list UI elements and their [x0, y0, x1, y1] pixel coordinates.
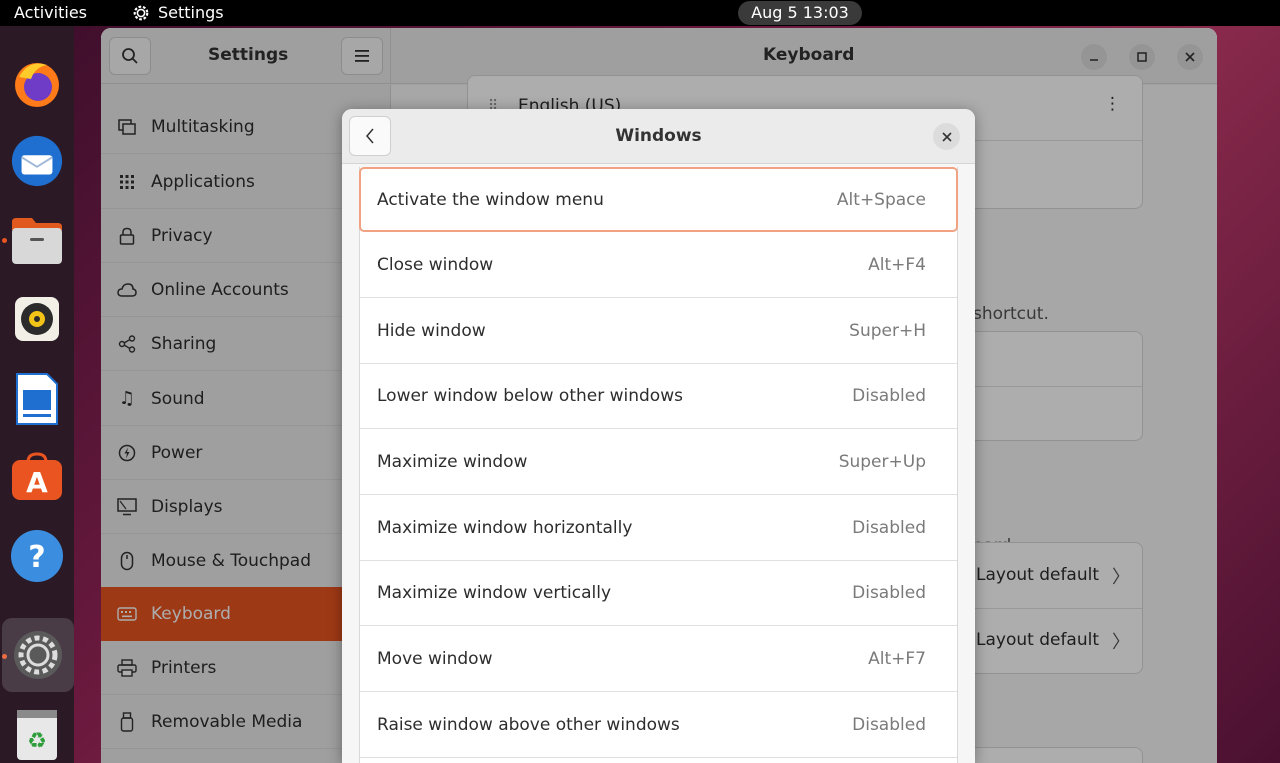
shortcut-accel: Super+H — [849, 321, 926, 341]
firefox-icon[interactable] — [10, 56, 64, 110]
shortcut-row[interactable]: Activate the window menu Alt+Space — [359, 167, 958, 232]
dialog-title: Windows — [615, 126, 702, 146]
shortcut-label: Maximize window vertically — [377, 583, 612, 603]
shortcut-row[interactable]: Maximize window vertically Disabled — [360, 561, 957, 626]
files-icon[interactable] — [10, 214, 64, 268]
shortcut-label: Lower window below other windows — [377, 386, 683, 406]
shortcut-label: Maximize window — [377, 452, 528, 472]
close-icon — [941, 131, 952, 142]
top-bar: Activities Settings Aug 5 13:03 — [0, 0, 1280, 26]
shortcut-accel: Disabled — [852, 386, 926, 406]
shortcut-accel: Disabled — [852, 715, 926, 735]
shortcut-label: Hide window — [377, 321, 486, 341]
shortcut-row[interactable]: Maximize window Super+Up — [360, 430, 957, 495]
settings-icon[interactable] — [2, 618, 74, 692]
shortcut-row[interactable]: Maximize window horizontally Disabled — [360, 496, 957, 561]
shortcut-row[interactable]: Close window Alt+F4 — [360, 233, 957, 298]
shortcut-accel: Alt+F7 — [868, 649, 926, 669]
shortcut-row[interactable]: Hide window Super+H — [360, 299, 957, 364]
trash-icon[interactable]: ♻ — [10, 706, 64, 760]
svg-text:♻: ♻ — [27, 729, 47, 754]
dialog-close-button[interactable] — [933, 123, 960, 150]
svg-text:?: ? — [28, 540, 45, 575]
dock: A ? ♻ — [0, 26, 74, 763]
thunderbird-icon[interactable] — [10, 134, 64, 188]
shortcut-label: Move window — [377, 649, 493, 669]
activities-button[interactable]: Activities — [14, 3, 87, 22]
shortcut-row[interactable]: Lower window below other windows Disable… — [360, 364, 957, 429]
svg-text:A: A — [26, 466, 48, 499]
shortcut-accel: Alt+Space — [836, 189, 926, 210]
shortcut-label: Activate the window menu — [377, 189, 604, 210]
shortcut-label: Maximize window horizontally — [377, 518, 633, 538]
app-center-icon[interactable]: A — [10, 450, 64, 504]
app-menu[interactable]: Settings — [132, 3, 224, 22]
shortcut-accel: Alt+F4 — [868, 255, 926, 275]
shortcut-label: Close window — [377, 255, 494, 275]
shortcut-list: Activate the window menu Alt+Space Close… — [359, 167, 958, 763]
shortcut-label: Raise window above other windows — [377, 715, 680, 735]
app-menu-label: Settings — [158, 3, 224, 22]
help-icon[interactable]: ? — [10, 529, 64, 583]
shortcut-accel: Super+Up — [838, 452, 926, 472]
shortcut-row[interactable]: Move window Alt+F7 — [360, 627, 957, 692]
gear-icon — [133, 5, 149, 20]
dialog-header: Windows — [342, 109, 975, 164]
shortcut-row[interactable]: Raise window above other windows Disable… — [360, 693, 957, 758]
rhythmbox-icon[interactable] — [10, 292, 64, 346]
windows-shortcuts-dialog: Windows Activate the window menu Alt+Spa… — [342, 109, 975, 763]
clock[interactable]: Aug 5 13:03 — [738, 1, 862, 25]
shortcut-accel: Disabled — [852, 583, 926, 603]
writer-icon[interactable] — [10, 372, 64, 426]
shortcut-accel: Disabled — [852, 518, 926, 538]
